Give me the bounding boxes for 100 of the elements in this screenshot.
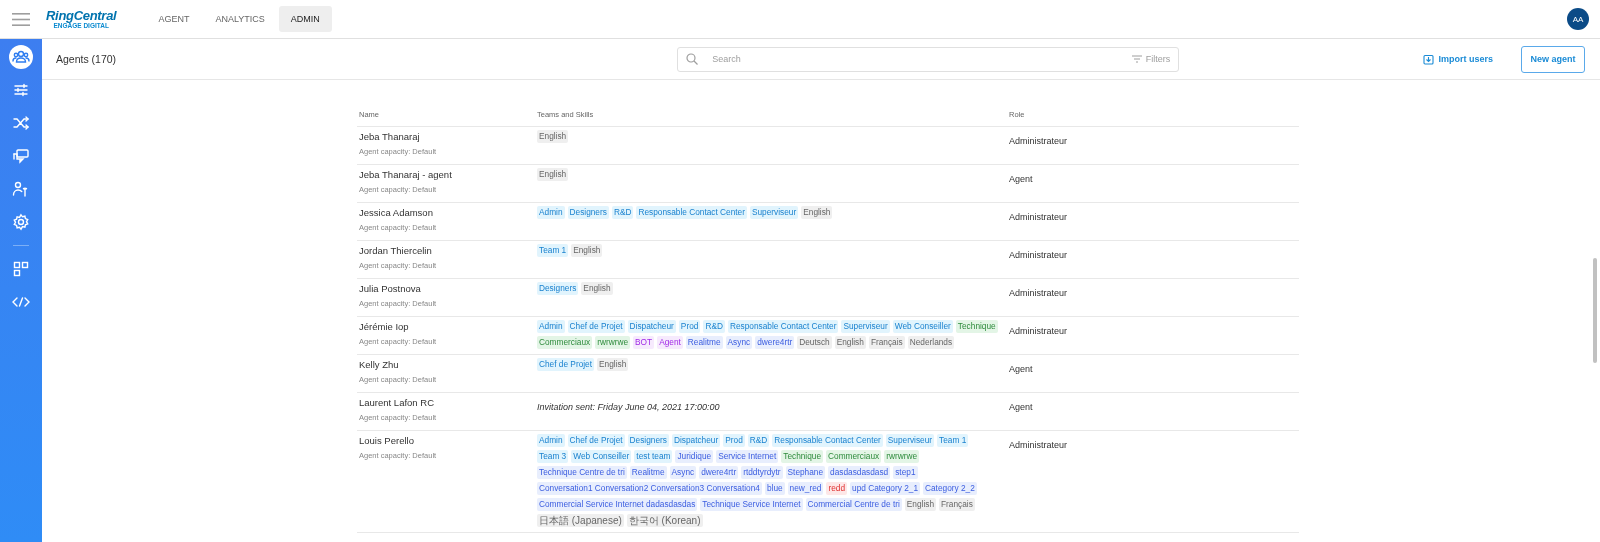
tag: 한국어 (Korean) — [626, 514, 703, 527]
tag: Superviseur — [749, 206, 799, 219]
tag: Service Internet — [716, 450, 779, 463]
tag: Technique Service Internet — [700, 498, 803, 511]
tag: English — [801, 206, 833, 219]
user-wrench-icon — [12, 180, 30, 198]
tag: Admin — [537, 320, 565, 333]
tag: Agent — [657, 336, 683, 349]
apps-icon — [12, 260, 30, 278]
tag: English — [834, 336, 866, 349]
agent-name: Jeba Thanaraj - agent — [359, 168, 453, 181]
tag: Web Conseiller — [571, 450, 632, 463]
agent-name: Kelly Zhu — [359, 358, 400, 371]
tag: Designers — [537, 282, 579, 295]
agent-name: Jérémie Iop — [359, 320, 410, 333]
tag: Nederlands — [907, 336, 955, 349]
tag: Commerciaux — [537, 336, 593, 349]
agent-role: Agent — [1009, 174, 1033, 184]
tag: Chef de Projet — [537, 358, 595, 371]
tag: Technique — [955, 320, 998, 333]
agent-name: Jessica Adamson — [359, 206, 434, 219]
tag: Async — [669, 466, 697, 479]
search-input[interactable]: Search — [710, 53, 1120, 65]
tag: Async — [725, 336, 753, 349]
agent-role: Administrateur — [1009, 136, 1068, 146]
nav-tab[interactable]: AGENT — [146, 6, 202, 32]
tag: Category 2_2 — [923, 482, 977, 495]
import-users-button[interactable]: Import users — [1416, 52, 1499, 66]
tag: Français — [939, 498, 975, 511]
tag: R&D — [611, 206, 634, 219]
tag: Français — [868, 336, 905, 349]
tag: Admin — [537, 434, 565, 447]
chat-icon — [12, 147, 30, 165]
tag: new_red — [787, 482, 824, 495]
tag: Dispatcheur — [671, 434, 721, 447]
tag: Stephane — [785, 466, 826, 479]
tag: Web Conseiller — [892, 320, 953, 333]
tag: Designers — [567, 206, 609, 219]
tag: Realitme — [629, 466, 667, 479]
agent-role: Agent — [1009, 364, 1033, 374]
tag: Team 1 — [537, 244, 569, 257]
tag: dwere4rtr — [699, 466, 739, 479]
tag: Commercial Service Internet dadasdasdas — [537, 498, 698, 511]
tag: rtddtyrdytr — [741, 466, 783, 479]
agent-role: Administrateur — [1009, 212, 1068, 222]
tag: Prod — [723, 434, 745, 447]
agent-role: Agent — [1009, 402, 1033, 412]
settings-icon — [12, 213, 30, 231]
tag: English — [537, 168, 569, 181]
agent-role: Administrateur — [1009, 440, 1068, 450]
tag: Commercial Centre de tri — [805, 498, 902, 511]
tag: Chef de Projet — [567, 434, 625, 447]
nav-tab[interactable]: ADMIN — [278, 6, 332, 32]
agent-name: Julia Postnova — [359, 282, 422, 295]
tag: Dispatcheur — [627, 320, 676, 333]
shuffle-icon — [12, 114, 30, 132]
agent-name: Louis Perello — [359, 434, 415, 447]
tag: Juridique — [675, 450, 714, 463]
menu-icon[interactable] — [12, 12, 30, 26]
avatar[interactable]: AA — [1567, 8, 1589, 30]
tag: Designers — [627, 434, 669, 447]
tag: rwrwrwe — [595, 336, 631, 349]
scrollbar[interactable] — [1593, 258, 1597, 363]
agent-role: Administrateur — [1009, 288, 1068, 298]
page-title: Agents (170) — [56, 53, 117, 65]
sliders-icon — [12, 81, 30, 99]
nav-tab[interactable]: ANALYTICS — [203, 6, 277, 32]
tag: Conversation1 Conversation2 Conversation3 Conversation4 — [537, 482, 762, 495]
tag: Superviseur — [841, 320, 890, 333]
sidebar-item[interactable] — [9, 45, 33, 69]
tag: Responsable Contact Center — [636, 206, 747, 219]
new-agent-button[interactable]: New agent — [1521, 45, 1585, 73]
search-icon — [686, 53, 699, 65]
tag: Responsable Contact Center — [772, 434, 883, 447]
tag: Team 1 — [937, 434, 969, 447]
tag: dasdasdasdasd — [828, 466, 891, 479]
tag: Prod — [678, 320, 701, 333]
tag: test team — [634, 450, 673, 463]
tag: Team 3 — [537, 450, 569, 463]
tag: dwere4rtr — [755, 336, 795, 349]
tag: upd Category 2_1 — [850, 482, 920, 495]
agent-name: Laurent Lafon RC — [359, 396, 435, 409]
tag: English — [571, 244, 603, 257]
tag: rwrwrwe — [884, 450, 920, 463]
tag: Deutsch — [797, 336, 832, 349]
tag: Commerciaux — [826, 450, 882, 463]
tag: English — [581, 282, 613, 295]
tag: step1 — [893, 466, 918, 479]
import-icon — [1422, 53, 1434, 65]
agent-role: Administrateur — [1009, 326, 1068, 336]
filter-icon — [1131, 55, 1142, 63]
tag: Superviseur — [885, 434, 935, 447]
tag: Chef de Projet — [567, 320, 625, 333]
tag: English — [537, 130, 569, 143]
tag: English — [597, 358, 629, 371]
tag: English — [904, 498, 937, 511]
tag: BOT — [633, 336, 655, 349]
agent-role: Administrateur — [1009, 250, 1068, 260]
tag: Responsable Contact Center — [727, 320, 839, 333]
tag: Technique — [781, 450, 824, 463]
